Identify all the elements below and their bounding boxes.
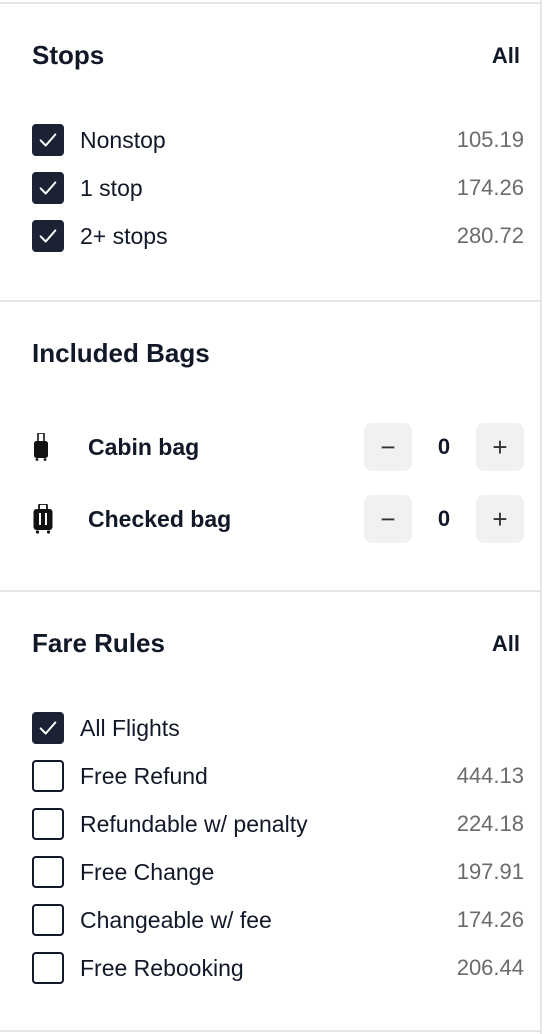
- stop-option-nonstop[interactable]: Nonstop 105.19: [32, 124, 524, 156]
- stop-option-label: 1 stop: [80, 174, 143, 201]
- bags-title: Included Bags: [32, 338, 210, 368]
- checkbox-checked[interactable]: [32, 124, 64, 156]
- bag-label: Cabin bag: [88, 433, 200, 460]
- section-divider: [0, 300, 540, 302]
- fare-option-label: Free Change: [80, 858, 215, 885]
- check-icon: [39, 721, 57, 735]
- checkbox-unchecked[interactable]: [32, 856, 64, 888]
- bag-label: Checked bag: [88, 505, 232, 532]
- increment-button[interactable]: +: [476, 423, 524, 471]
- stop-option-2-plus-stops[interactable]: 2+ stops 280.72: [32, 220, 524, 252]
- checked-bag-icon: [32, 499, 64, 539]
- bag-row-cabin: Cabin bag − 0 +: [32, 423, 524, 471]
- fare-option-free-refund[interactable]: Free Refund 444.13: [32, 760, 524, 792]
- stop-option-price: 280.72: [456, 223, 524, 248]
- fare-option-all-flights[interactable]: All Flights: [32, 712, 524, 744]
- fare-rules-title: Fare Rules: [32, 628, 165, 658]
- top-divider: [0, 2, 540, 4]
- filter-panel: Stops All Nonstop 105.19 1 stop 174.26 2…: [0, 0, 542, 1034]
- fare-option-free-rebooking[interactable]: Free Rebooking 206.44: [32, 952, 524, 984]
- bag-count: 0: [437, 434, 451, 459]
- increment-button[interactable]: +: [476, 495, 524, 543]
- stop-option-1-stop[interactable]: 1 stop 174.26: [32, 172, 524, 204]
- stops-title: Stops: [32, 40, 105, 70]
- fare-option-label: Refundable w/ penalty: [80, 810, 308, 837]
- fare-option-price: 206.44: [456, 955, 524, 980]
- decrement-button[interactable]: −: [364, 495, 412, 543]
- bag-count: 0: [437, 506, 451, 531]
- section-divider: [0, 1030, 540, 1032]
- fare-option-price: 444.13: [456, 763, 524, 788]
- checkbox-checked[interactable]: [32, 220, 64, 252]
- fare-option-price: 224.18: [456, 811, 524, 836]
- fare-option-price: 174.26: [456, 907, 524, 932]
- checkbox-unchecked[interactable]: [32, 760, 64, 792]
- stop-option-price: 174.26: [456, 175, 524, 200]
- fare-option-label: Free Refund: [80, 762, 208, 789]
- checkbox-checked[interactable]: [32, 712, 64, 744]
- checkbox-checked[interactable]: [32, 172, 64, 204]
- stop-option-price: 105.19: [456, 127, 524, 152]
- check-icon: [39, 133, 57, 147]
- fare-option-label: Free Rebooking: [80, 954, 244, 981]
- fare-option-price: 197.91: [456, 859, 524, 884]
- fare-option-changeable-fee[interactable]: Changeable w/ fee 174.26: [32, 904, 524, 936]
- bag-row-checked: Checked bag − 0 +: [32, 495, 524, 543]
- check-icon: [39, 229, 57, 243]
- fare-option-refundable-penalty[interactable]: Refundable w/ penalty 224.18: [32, 808, 524, 840]
- checked-bag-stepper: − 0 +: [364, 495, 524, 543]
- checkbox-unchecked[interactable]: [32, 904, 64, 936]
- check-icon: [39, 181, 57, 195]
- decrement-button[interactable]: −: [364, 423, 412, 471]
- fare-option-free-change[interactable]: Free Change 197.91: [32, 856, 524, 888]
- stop-option-label: Nonstop: [80, 126, 166, 153]
- fare-option-label: Changeable w/ fee: [80, 906, 272, 933]
- stop-option-label: 2+ stops: [80, 222, 168, 249]
- cabin-bag-stepper: − 0 +: [364, 423, 524, 471]
- fare-rules-all-button[interactable]: All: [492, 631, 520, 657]
- section-divider: [0, 590, 540, 592]
- cabin-bag-icon: [32, 427, 64, 467]
- checkbox-unchecked[interactable]: [32, 808, 64, 840]
- stops-all-button[interactable]: All: [492, 43, 520, 69]
- checkbox-unchecked[interactable]: [32, 952, 64, 984]
- fare-option-label: All Flights: [80, 714, 180, 741]
